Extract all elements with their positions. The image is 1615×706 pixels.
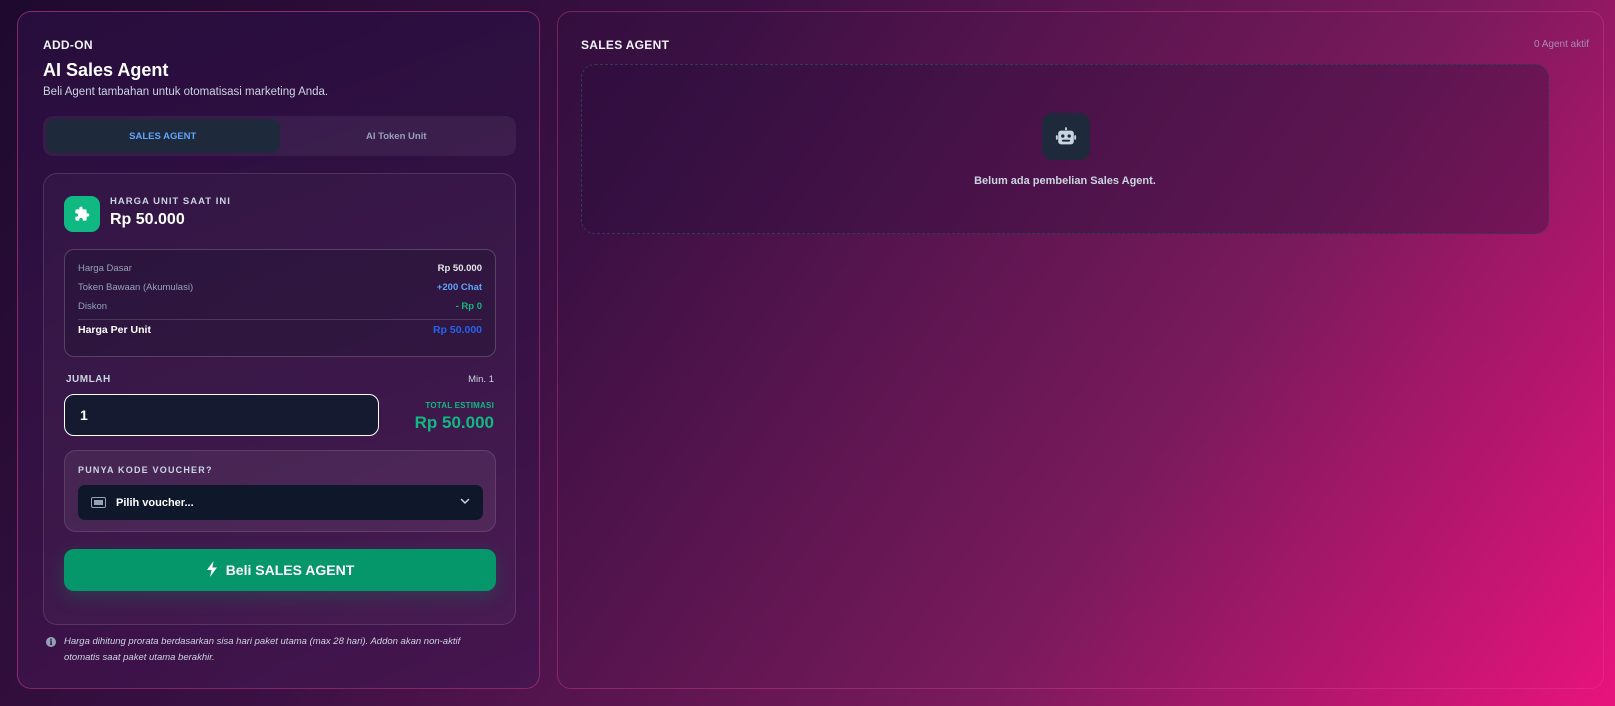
discount-label: Diskon: [78, 301, 108, 312]
breakdown-divider: [78, 319, 482, 320]
sales-agent-title: SALES AGENT: [581, 38, 670, 52]
voucher-select-value: Pilih voucher...: [116, 496, 194, 509]
discount-value: - Rp 0: [455, 301, 482, 312]
current-price-value: Rp 50.000: [110, 211, 185, 228]
sales-agent-panel: SALES AGENT 0 Agent aktif Belum ada pemb…: [557, 11, 1604, 689]
buy-button-label: Beli SALES AGENT: [225, 562, 355, 578]
active-agent-count: 0 Agent aktif: [1533, 39, 1589, 50]
breakdown-row-unit: Harga Per Unit Rp 50.000: [78, 324, 482, 336]
unit-price-value: Rp 50.000: [432, 324, 482, 336]
ticket-icon: [90, 495, 106, 511]
addon-tabs: SALES AGENT AI Token Unit: [43, 116, 516, 156]
tab-sales-agent[interactable]: SALES AGENT: [46, 119, 280, 153]
tab-ai-token-unit[interactable]: AI Token Unit: [280, 119, 514, 153]
voucher-select[interactable]: Pilih voucher...: [78, 485, 483, 520]
empty-state-text: Belum ada pembelian Sales Agent.: [974, 175, 1156, 187]
info-icon: i: [46, 637, 56, 647]
quantity-min: Min. 1: [468, 374, 494, 385]
purchase-card: HARGA UNIT SAAT INI Rp 50.000 Harga Dasa…: [43, 173, 516, 625]
bolt-icon: [206, 560, 218, 580]
breakdown-row-base: Harga Dasar Rp 50.000: [78, 263, 482, 274]
page-subtitle: Beli Agent tambahan untuk otomatisasi ma…: [43, 86, 329, 98]
empty-state: Belum ada pembelian Sales Agent.: [581, 64, 1549, 234]
page-title: AI Sales Agent: [43, 60, 169, 80]
chevron-down-icon: [459, 494, 471, 512]
quantity-input[interactable]: [64, 394, 379, 436]
robot-icon: [1042, 113, 1090, 160]
voucher-label: PUNYA KODE VOUCHER?: [78, 465, 213, 475]
base-price-value: Rp 50.000: [437, 263, 482, 274]
buy-sales-agent-button[interactable]: Beli SALES AGENT: [64, 549, 496, 591]
token-label: Token Bawaan (Akumulasi): [78, 282, 194, 293]
puzzle-icon: [64, 196, 100, 232]
prorata-info-text: Harga dihitung prorata berdasarkan sisa …: [64, 636, 461, 663]
total-estimate-label: TOTAL ESTIMASI: [425, 401, 494, 410]
unit-price-label: Harga Per Unit: [78, 324, 151, 336]
voucher-section: PUNYA KODE VOUCHER? Pilih voucher...: [64, 450, 496, 532]
base-price-label: Harga Dasar: [78, 263, 132, 274]
addon-panel: ADD-ON AI Sales Agent Beli Agent tambaha…: [17, 11, 540, 689]
addon-eyebrow: ADD-ON: [43, 38, 93, 52]
breakdown-row-token: Token Bawaan (Akumulasi) +200 Chat: [78, 282, 482, 293]
breakdown-row-discount: Diskon - Rp 0: [78, 301, 482, 312]
quantity-label: JUMLAH: [66, 374, 111, 385]
token-value: +200 Chat: [436, 282, 482, 293]
total-estimate-value: Rp 50.000: [414, 413, 494, 432]
current-price-label: HARGA UNIT SAAT INI: [110, 196, 231, 207]
price-breakdown: Harga Dasar Rp 50.000 Token Bawaan (Akum…: [64, 249, 496, 357]
